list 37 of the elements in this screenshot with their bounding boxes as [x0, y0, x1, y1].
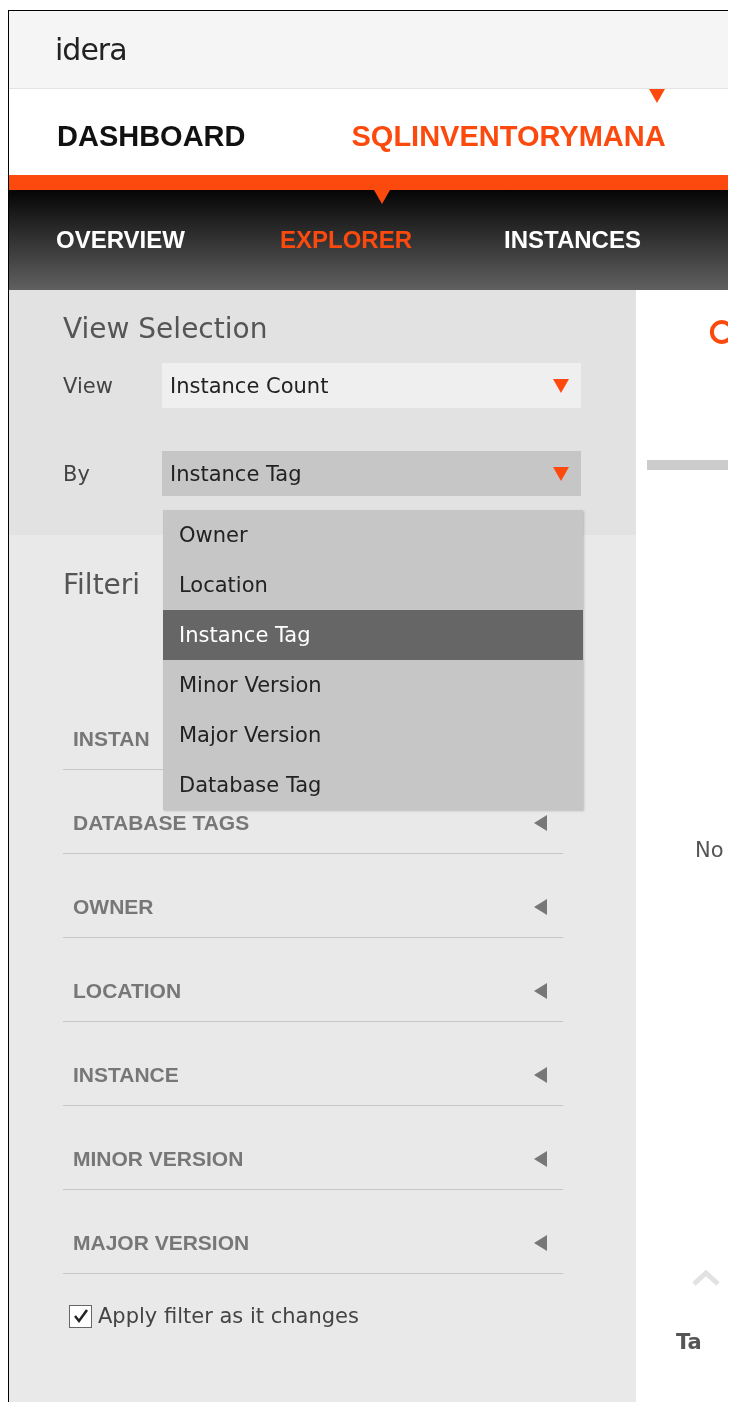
filter-section-label[interactable]: DATABASE TAGS — [73, 810, 250, 835]
filter-section-label[interactable]: LOCATION — [73, 978, 182, 1003]
idera-logo: idera — [55, 32, 127, 67]
ring-icon — [710, 320, 728, 344]
filter-section-label[interactable]: OWNER — [73, 894, 154, 919]
collapse-arrow-icon[interactable] — [534, 814, 547, 831]
section-title: View Selection — [63, 312, 269, 345]
dropdown-option[interactable]: Instance Tag — [163, 610, 583, 660]
status-text: No — [695, 838, 724, 862]
collapse-arrow-icon[interactable] — [534, 1066, 547, 1083]
collapse-arrow-icon[interactable] — [534, 982, 547, 999]
collapse-arrow-icon[interactable] — [534, 898, 547, 915]
dropdown-option[interactable]: Minor Version — [163, 660, 583, 710]
caret-icon — [553, 466, 569, 481]
field-label: View — [63, 373, 114, 398]
checkbox-label: Apply filter as it changes — [98, 1304, 359, 1328]
dropdown-field[interactable]: Instance Count — [162, 363, 581, 408]
filter-section-label[interactable]: MINOR VERSION — [73, 1146, 244, 1171]
field-label: By — [63, 461, 91, 486]
filter-section-label[interactable]: INSTANCE — [73, 1062, 179, 1087]
dropdown-option[interactable]: Major Version — [163, 710, 583, 760]
section-title: Filteri — [63, 568, 141, 601]
caret-icon — [553, 378, 569, 393]
nav-link[interactable]: DASHBOARD — [57, 120, 246, 153]
collapse-arrow-icon[interactable] — [534, 1150, 547, 1167]
nav-tab[interactable]: EXPLORER — [280, 226, 504, 254]
dropdown-option[interactable]: Location — [163, 560, 583, 610]
filter-section-label[interactable]: INSTAN — [73, 726, 150, 751]
nav-tab[interactable]: INSTANCES — [504, 226, 728, 254]
column-header: Ta — [676, 1330, 702, 1354]
checkbox[interactable] — [69, 1304, 92, 1328]
dropdown-option[interactable]: Owner — [163, 510, 583, 560]
nav-tab[interactable]: OVERVIEW — [56, 226, 280, 254]
collapse-arrow-icon[interactable] — [534, 1234, 547, 1251]
dropdown-option[interactable]: Database Tag — [163, 760, 583, 810]
dropdown-field[interactable]: Instance Tag — [162, 451, 581, 496]
filter-section-label[interactable]: MAJOR VERSION — [73, 1230, 250, 1255]
